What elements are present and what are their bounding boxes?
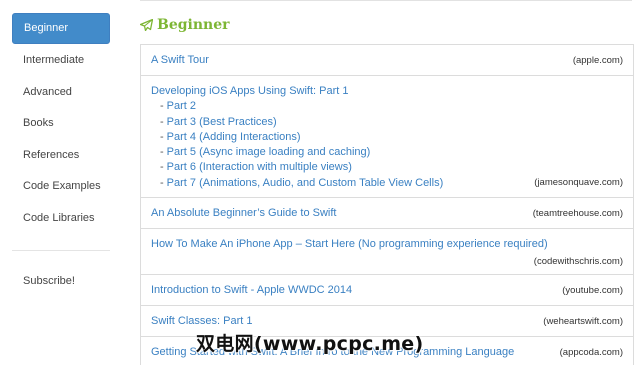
resource-source: (apple.com): [572, 55, 623, 66]
paper-plane-icon: [140, 19, 153, 31]
list-item: Introduction to Swift - Apple WWDC 2014 …: [141, 275, 633, 306]
resource-link[interactable]: Introduction to Swift - Apple WWDC 2014: [151, 283, 352, 298]
list-item: Developing iOS Apps Using Swift: Part 1 …: [141, 76, 633, 198]
sidebar-item-advanced[interactable]: Advanced: [12, 77, 110, 109]
sidebar-item-intermediate[interactable]: Intermediate: [12, 45, 110, 77]
sub-part: - Part 3 (Best Practices): [160, 115, 277, 128]
sub-part: - Part 5 (Async image loading and caching…: [160, 146, 371, 159]
sidebar-item-beginner[interactable]: Beginner: [12, 13, 110, 44]
resource-link[interactable]: An Absolute Beginner’s Guide to Swift: [151, 206, 337, 221]
sidebar-item-code-libraries[interactable]: Code Libraries: [12, 203, 110, 235]
resource-link[interactable]: Swift Classes: Part 1: [151, 314, 252, 329]
sub-part: - Part 4 (Adding Interactions): [160, 130, 301, 143]
sidebar-item-code-examples[interactable]: Code Examples: [12, 171, 110, 203]
page: Beginner Intermediate Advanced Books Ref…: [0, 0, 640, 365]
part-link[interactable]: Part 7 (Animations, Audio, and Custom Ta…: [167, 177, 444, 189]
part-link[interactable]: Part 5 (Async image loading and caching): [167, 146, 371, 158]
resource-link[interactable]: Developing iOS Apps Using Swift: Part 1: [151, 85, 348, 97]
resource-source: (teamtreehouse.com): [532, 208, 623, 219]
resource-source: (jamesonquave.com): [534, 177, 623, 188]
resource-source: (youtube.com): [562, 285, 623, 296]
watermark: 双电网(www.pcpc.me): [196, 333, 424, 355]
resource-source: (codewithschris.com): [533, 256, 623, 267]
resource-source: (weheartswift.com): [543, 316, 623, 327]
part-link[interactable]: Part 2: [167, 100, 196, 112]
part-link[interactable]: Part 6 (Interaction with multiple views): [167, 161, 352, 173]
sidebar-item-books[interactable]: Books: [12, 108, 110, 140]
resource-list: A Swift Tour (apple.com) Developing iOS …: [140, 44, 634, 365]
list-item: A Swift Tour (apple.com): [141, 45, 633, 76]
sidebar-nav: Beginner Intermediate Advanced Books Ref…: [12, 13, 110, 298]
sidebar-item-references[interactable]: References: [12, 140, 110, 172]
resource-source: (appcoda.com): [559, 347, 623, 358]
resource-link[interactable]: How To Make An iPhone App – Start Here (…: [151, 237, 548, 252]
list-item: How To Make An iPhone App – Start Here (…: [141, 229, 633, 275]
top-divider: [140, 0, 632, 3]
sub-part: - Part 6 (Interaction with multiple views…: [160, 161, 352, 174]
sidebar-divider: [12, 250, 110, 251]
part-link[interactable]: Part 3 (Best Practices): [167, 116, 277, 128]
section-heading: Beginner: [140, 15, 230, 35]
resource-link[interactable]: A Swift Tour: [151, 53, 209, 68]
list-item: An Absolute Beginner’s Guide to Swift (t…: [141, 198, 633, 229]
page-title: Beginner: [157, 17, 230, 33]
subscribe-link[interactable]: Subscribe!: [12, 266, 110, 298]
sub-part: - Part 2: [160, 100, 197, 113]
part-link[interactable]: Part 4 (Adding Interactions): [167, 131, 301, 143]
